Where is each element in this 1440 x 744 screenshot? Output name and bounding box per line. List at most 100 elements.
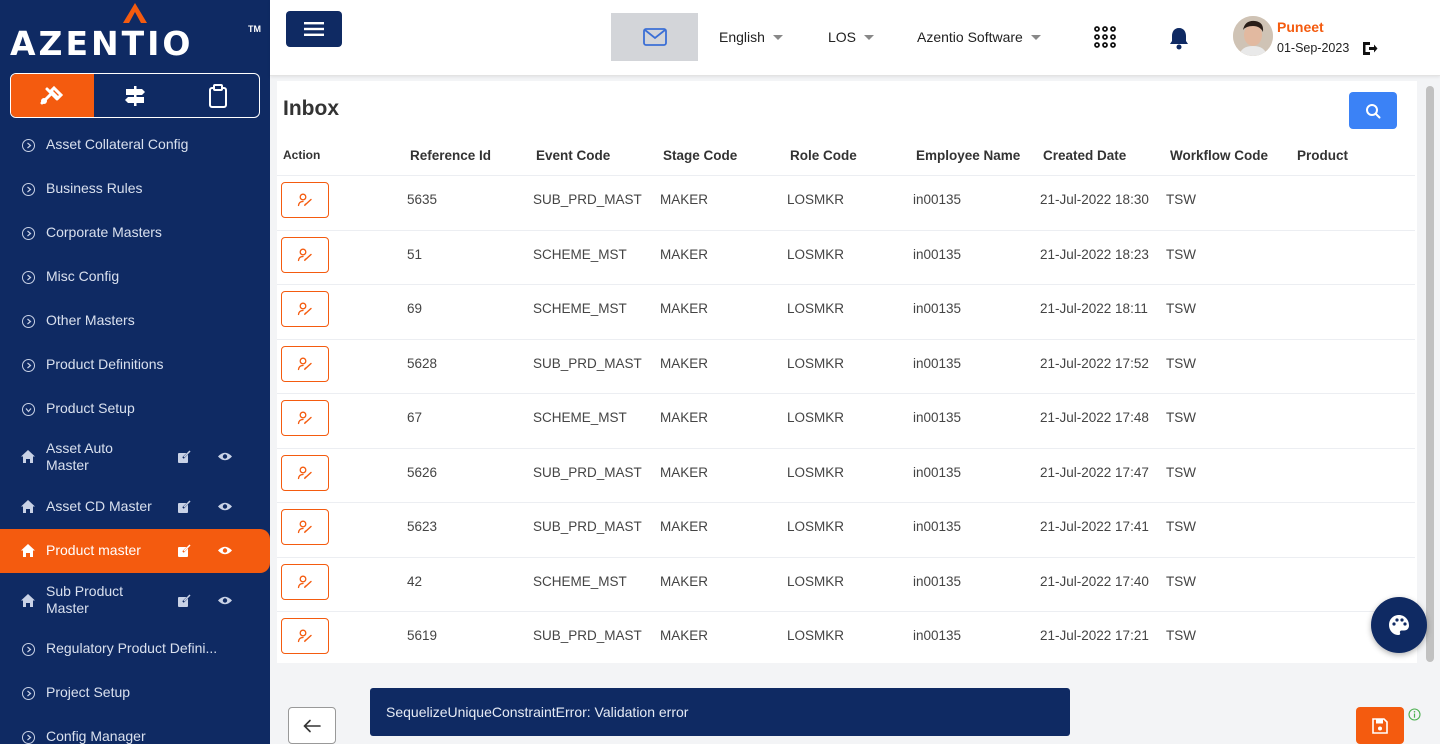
- sidebar-item-asset-cd-master[interactable]: Asset CD Master: [0, 496, 270, 518]
- sidebar-item-asset-auto-master[interactable]: Asset Auto Master: [0, 436, 270, 476]
- table-scrollbar[interactable]: [1426, 86, 1434, 662]
- cell-event-code: SUB_PRD_MAST: [533, 628, 642, 643]
- assign-task-button[interactable]: [281, 182, 329, 218]
- cell-workflow-code: TSW: [1166, 247, 1196, 262]
- entity-select[interactable]: Azentio Software: [917, 29, 1041, 45]
- apps-grid-icon[interactable]: [1094, 26, 1116, 48]
- sidebar-item-project-setup[interactable]: Project Setup: [0, 682, 270, 704]
- cell-employee-name: in00135: [913, 356, 962, 371]
- sidebar: AZENTIO TM Asset Collateral Config Busin…: [0, 0, 270, 744]
- cell-stage-code: MAKER: [660, 574, 709, 589]
- sidebar-item-other-masters[interactable]: Other Masters: [0, 310, 270, 332]
- cell-stage-code: MAKER: [660, 465, 709, 480]
- edit-icon[interactable]: [177, 594, 191, 608]
- eye-icon[interactable]: [217, 451, 233, 462]
- save-button[interactable]: [1356, 707, 1404, 744]
- column-header-role-code: Role Code: [790, 148, 857, 163]
- sidebar-item-corporate-masters[interactable]: Corporate Masters: [0, 222, 270, 244]
- cell-created-date: 21-Jul-2022 17:48: [1040, 410, 1149, 425]
- module-value: LOS: [828, 29, 857, 45]
- column-header-workflow-code: Workflow Code: [1170, 148, 1269, 163]
- cell-workflow-code: TSW: [1166, 628, 1196, 643]
- inbox-mail-button[interactable]: [611, 13, 698, 61]
- cell-workflow-code: TSW: [1166, 192, 1196, 207]
- back-arrow-icon: [303, 719, 321, 732]
- cell-event-code: SUB_PRD_MAST: [533, 519, 642, 534]
- caret-down-icon: [772, 34, 783, 40]
- cell-reference-id: 69: [407, 301, 423, 316]
- sidebar-item-product-definitions[interactable]: Product Definitions: [0, 354, 270, 376]
- search-button[interactable]: [1349, 92, 1397, 129]
- eye-icon[interactable]: [217, 501, 233, 512]
- table-row: 5626 SUB_PRD_MAST MAKER LOSMKR in00135 21-Jul…: [277, 448, 1415, 498]
- page-title: Inbox: [283, 97, 339, 120]
- sidebar-item-business-rules[interactable]: Business Rules: [0, 178, 270, 200]
- assign-icon: [297, 520, 312, 534]
- info-icon[interactable]: [1408, 708, 1421, 721]
- edit-icon[interactable]: [177, 450, 191, 464]
- cell-reference-id: 5626: [407, 465, 438, 480]
- avatar[interactable]: [1233, 16, 1273, 56]
- cell-employee-name: in00135: [913, 247, 962, 262]
- sidebar-item-label: Asset Auto Master: [46, 440, 113, 473]
- table-row: 69 SCHEME_MST MAKER LOSMKR in00135 21-Jul-202…: [277, 284, 1415, 334]
- sidebar-item-product-master[interactable]: Product master: [0, 529, 270, 573]
- table-row: 5635 SUB_PRD_MAST MAKER LOSMKR in00135 21-Jul…: [277, 175, 1415, 225]
- assign-task-button[interactable]: [281, 400, 329, 436]
- assign-task-button[interactable]: [281, 346, 329, 382]
- cell-workflow-code: TSW: [1166, 301, 1196, 316]
- chevron-right-icon: [22, 183, 35, 196]
- language-select[interactable]: English: [719, 29, 783, 45]
- assign-task-button[interactable]: [281, 618, 329, 654]
- home-icon: [21, 500, 35, 513]
- edit-icon[interactable]: [177, 544, 191, 558]
- cell-role-code: LOSMKR: [787, 247, 845, 262]
- mail-icon: [642, 28, 667, 46]
- menu-icon: [304, 22, 324, 36]
- cell-event-code: SCHEME_MST: [533, 410, 627, 425]
- sidebar-item-product-setup[interactable]: Product Setup: [0, 398, 270, 420]
- column-header-action: Action: [283, 148, 321, 162]
- eye-icon[interactable]: [217, 595, 233, 606]
- assign-task-button[interactable]: [281, 291, 329, 327]
- bell-icon[interactable]: [1168, 26, 1190, 50]
- sidebar-item-asset-collateral-config[interactable]: Asset Collateral Config: [0, 134, 270, 156]
- module-select[interactable]: LOS: [828, 29, 875, 45]
- table-row: 67 SCHEME_MST MAKER LOSMKR in00135 21-Jul-202…: [277, 393, 1415, 443]
- edit-icon[interactable]: [177, 500, 191, 514]
- sidebar-item-sub-product-master[interactable]: Sub Product Master: [0, 580, 270, 620]
- tab-signpost[interactable]: [94, 74, 177, 117]
- cell-event-code: SUB_PRD_MAST: [533, 465, 642, 480]
- cell-reference-id: 67: [407, 410, 423, 425]
- eye-icon[interactable]: [217, 545, 233, 556]
- assign-task-button[interactable]: [281, 564, 329, 600]
- back-button[interactable]: [288, 707, 336, 744]
- assign-icon: [297, 629, 312, 643]
- sidebar-item-label: Asset Collateral Config: [46, 136, 189, 152]
- column-header-created-date: Created Date: [1043, 148, 1127, 163]
- cell-event-code: SCHEME_MST: [533, 301, 627, 316]
- tools-icon: [40, 85, 64, 104]
- cell-role-code: LOSMKR: [787, 356, 845, 371]
- logo-trademark: TM: [248, 24, 261, 34]
- sidebar-item-regulatory-product-definitions[interactable]: Regulatory Product Defini...: [0, 638, 270, 660]
- assign-icon: [297, 248, 312, 262]
- sidebar-item-misc-config[interactable]: Misc Config: [0, 266, 270, 288]
- logout-icon[interactable]: [1362, 41, 1378, 56]
- column-header-event-code: Event Code: [536, 148, 611, 163]
- caret-down-icon: [1030, 34, 1041, 40]
- cell-workflow-code: TSW: [1166, 519, 1196, 534]
- cell-role-code: LOSMKR: [787, 574, 845, 589]
- theme-palette-button[interactable]: [1371, 597, 1427, 653]
- sidebar-item-label: Config Manager: [46, 728, 146, 744]
- logo-text: AZENTIO: [10, 24, 194, 63]
- tab-tools[interactable]: [11, 74, 94, 117]
- table-row: 5623 SUB_PRD_MAST MAKER LOSMKR in00135 21-Jul…: [277, 502, 1415, 552]
- assign-task-button[interactable]: [281, 509, 329, 545]
- assign-task-button[interactable]: [281, 455, 329, 491]
- menu-toggle-button[interactable]: [286, 11, 342, 47]
- assign-task-button[interactable]: [281, 237, 329, 273]
- sidebar-item-config-manager[interactable]: Config Manager: [0, 726, 270, 744]
- cell-role-code: LOSMKR: [787, 519, 845, 534]
- tab-clipboard[interactable]: [176, 74, 259, 117]
